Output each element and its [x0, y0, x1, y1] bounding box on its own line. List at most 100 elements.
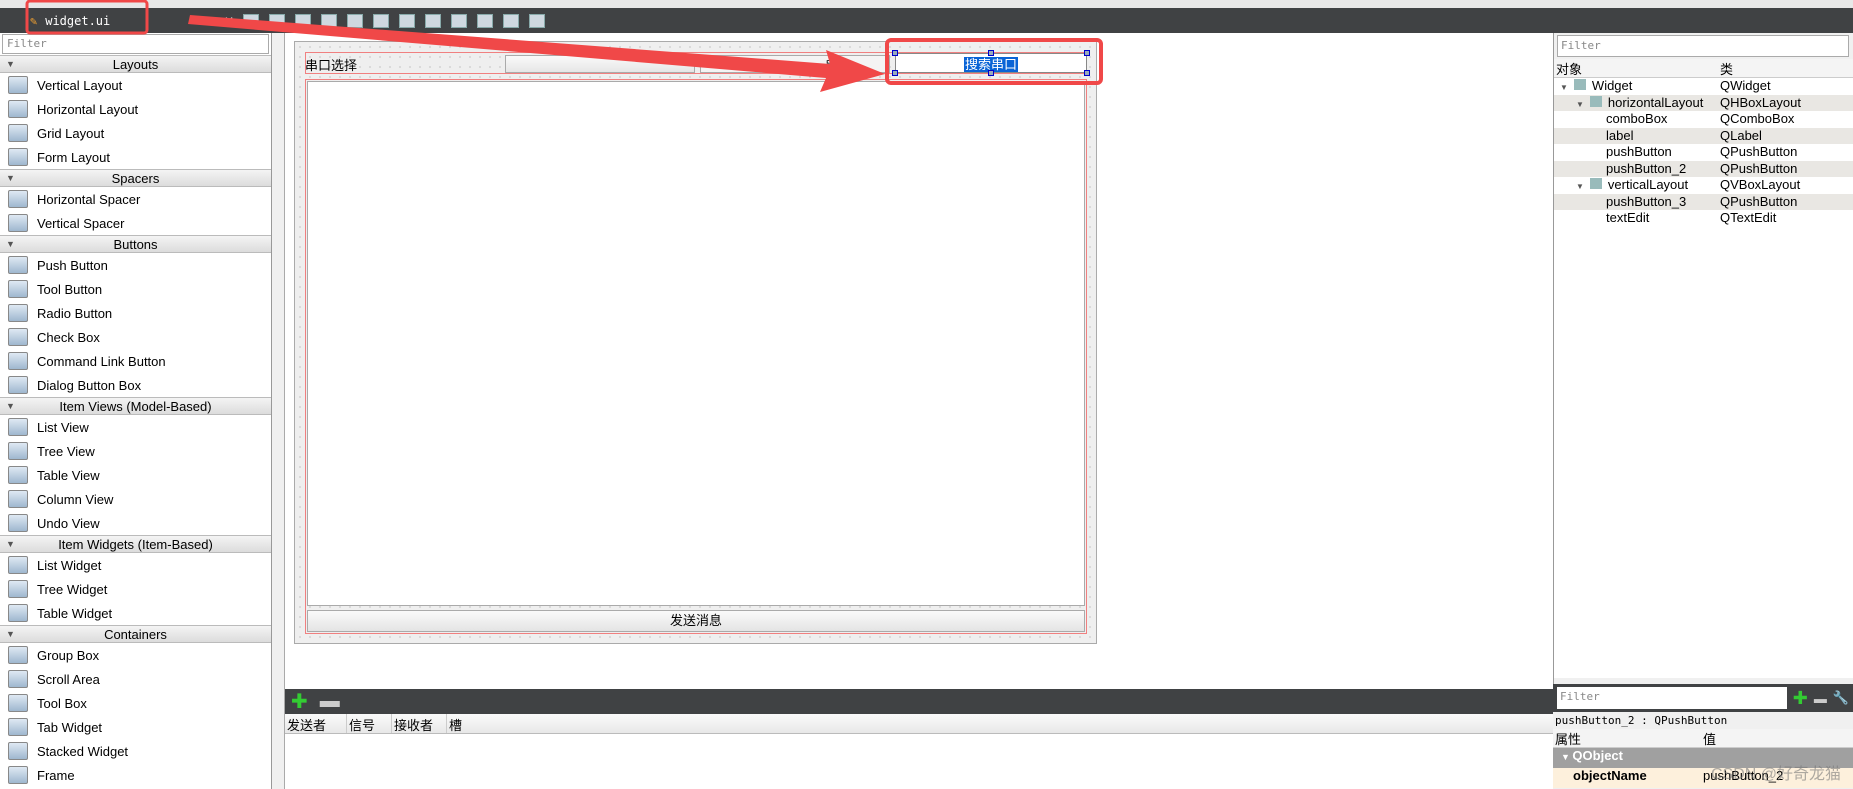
widget-item[interactable]: Check Box — [0, 325, 271, 349]
widget-item[interactable]: Table View — [0, 463, 271, 487]
widget-item[interactable]: Table Widget — [0, 601, 271, 625]
tree-row[interactable]: ▼ verticalLayout QVBoxLayout — [1554, 177, 1853, 194]
break-layout-icon[interactable] — [503, 13, 520, 28]
widget-item[interactable]: Horizontal Layout — [0, 97, 271, 121]
edit-buddies-icon[interactable] — [295, 13, 312, 28]
widget-item[interactable]: Tab Widget — [0, 715, 271, 739]
widget-item[interactable]: List Widget — [0, 553, 271, 577]
port-select-label[interactable]: 串口选择 — [305, 55, 357, 74]
expand-icon[interactable]: ▼ — [1560, 83, 1568, 92]
resize-handle[interactable] — [892, 50, 898, 56]
widget-item[interactable]: Tree View — [0, 439, 271, 463]
widget-item[interactable]: Radio Button — [0, 301, 271, 325]
col-value[interactable]: 值 — [1703, 729, 1716, 747]
adjust-size-icon[interactable] — [529, 13, 546, 28]
widget-item[interactable]: Scroll Area — [0, 667, 271, 691]
tree-row[interactable]: pushButton QPushButton — [1554, 144, 1853, 161]
widget-item[interactable]: Dialog Button Box — [0, 373, 271, 397]
col-class[interactable]: 类 — [1720, 59, 1733, 77]
vertical-splitter-icon[interactable] — [425, 13, 442, 28]
resize-handle[interactable] — [988, 50, 994, 56]
edit-widgets-icon[interactable] — [243, 13, 260, 28]
collapse-icon[interactable]: ▼ — [1561, 752, 1572, 762]
tree-row[interactable]: textEdit QTextEdit — [1554, 210, 1853, 227]
widget-item[interactable]: Stacked Widget — [0, 739, 271, 763]
tree-row[interactable]: pushButton_2 QPushButton — [1554, 160, 1853, 177]
resize-handle[interactable] — [1084, 70, 1090, 76]
resize-handle[interactable] — [988, 70, 994, 76]
col-receiver[interactable]: 接收者 — [392, 714, 447, 733]
text-edit[interactable] — [307, 81, 1085, 606]
col-signal[interactable]: 信号 — [347, 714, 392, 733]
form-layout-icon[interactable] — [451, 13, 468, 28]
widget-item-label: Command Link Button — [37, 353, 166, 369]
category-header[interactable]: ▼ Spacers — [0, 169, 271, 187]
widget-item[interactable]: Form Layout — [0, 145, 271, 169]
col-sender[interactable]: 发送者 — [285, 714, 347, 733]
widget-item[interactable]: Column View — [0, 487, 271, 511]
send-message-button[interactable]: 发送消息 — [307, 610, 1085, 632]
remove-property-icon[interactable]: ▬ — [1814, 691, 1827, 706]
add-property-icon[interactable]: ✚ — [1793, 688, 1808, 709]
object-name: textEdit — [1606, 210, 1650, 225]
file-tab[interactable]: ✎ widget.ui — [30, 14, 220, 28]
radio-button-icon — [8, 304, 28, 322]
expand-icon[interactable]: ▼ — [1576, 100, 1584, 109]
widget-item[interactable]: Undo View — [0, 511, 271, 535]
widget-item-label: List View — [37, 419, 89, 435]
grid-layout-icon[interactable] — [477, 13, 494, 28]
close-tab-button[interactable]: ✕ — [224, 14, 234, 28]
horizontal-splitter-icon[interactable] — [399, 13, 416, 28]
widget-item[interactable]: Tool Box — [0, 691, 271, 715]
widget-item[interactable]: Group Box — [0, 643, 271, 667]
label[interactable]: 串口 — [700, 55, 890, 73]
port-combobox[interactable] — [505, 55, 695, 73]
widget-filter-input[interactable]: Filter — [2, 34, 269, 54]
category-header[interactable]: ▼ Item Views (Model-Based) — [0, 397, 271, 415]
tree-row[interactable]: label QLabel — [1554, 127, 1853, 144]
tree-row[interactable]: ▼ horizontalLayout QHBoxLayout — [1554, 94, 1853, 111]
widget-item-label: Tab Widget — [37, 719, 103, 735]
widget-item[interactable]: Command Link Button — [0, 349, 271, 373]
widget-item[interactable]: Tree Widget — [0, 577, 271, 601]
lay-out-vertically-icon[interactable] — [373, 13, 390, 28]
col-property[interactable]: 属性 — [1553, 729, 1703, 747]
tree-row[interactable]: comboBox QComboBox — [1554, 111, 1853, 128]
resize-handle[interactable] — [892, 70, 898, 76]
tool-button-icon — [8, 280, 28, 298]
widget-item[interactable]: Horizontal Spacer — [0, 187, 271, 211]
category-header[interactable]: ▼ Containers — [0, 625, 271, 643]
widget-item[interactable]: Grid Layout — [0, 121, 271, 145]
object-name: comboBox — [1606, 111, 1668, 126]
col-slot[interactable]: 槽 — [447, 714, 507, 733]
resize-handle[interactable] — [1084, 50, 1090, 56]
widget-item[interactable]: Tool Button — [0, 277, 271, 301]
search-port-button[interactable]: 搜索串口 — [892, 50, 1090, 76]
widget-item[interactable]: Push Button — [0, 253, 271, 277]
form-widget[interactable]: 串口选择 串口 搜索串口 发送消息 — [294, 41, 1097, 644]
category-header[interactable]: ▼ Item Widgets (Item-Based) — [0, 535, 271, 553]
tool-box-icon — [8, 694, 28, 712]
object-filter-input[interactable]: Filter — [1557, 35, 1849, 57]
edit-signals-icon[interactable] — [269, 13, 286, 28]
category-header[interactable]: ▼ Buttons — [0, 235, 271, 253]
collapse-icon: ▼ — [6, 539, 15, 549]
widget-item[interactable]: Vertical Spacer — [0, 211, 271, 235]
watermark: CSDN @好奇龙猫 — [1710, 766, 1841, 783]
tree-row[interactable]: ▼ Widget QWidget — [1554, 78, 1853, 95]
remove-connection-icon[interactable]: ▬ — [320, 690, 340, 713]
configure-icon[interactable]: 🔧 — [1833, 690, 1849, 706]
expand-icon[interactable]: ▼ — [1576, 182, 1584, 191]
property-filter-input[interactable]: Filter — [1557, 687, 1787, 709]
add-connection-icon[interactable]: ✚ — [291, 689, 308, 714]
widget-item[interactable]: List View — [0, 415, 271, 439]
lay-out-horizontally-icon[interactable] — [347, 13, 364, 28]
widget-item[interactable]: Vertical Layout — [0, 73, 271, 97]
layout-icon — [1589, 95, 1602, 107]
col-object[interactable]: 对象 — [1554, 59, 1720, 77]
tree-row[interactable]: pushButton_3 QPushButton — [1554, 193, 1853, 210]
edit-tab-order-icon[interactable] — [321, 13, 338, 28]
widget-box-scrollbar[interactable] — [272, 33, 285, 789]
widget-item[interactable]: Frame — [0, 763, 271, 787]
category-header[interactable]: ▼ Layouts — [0, 55, 271, 73]
